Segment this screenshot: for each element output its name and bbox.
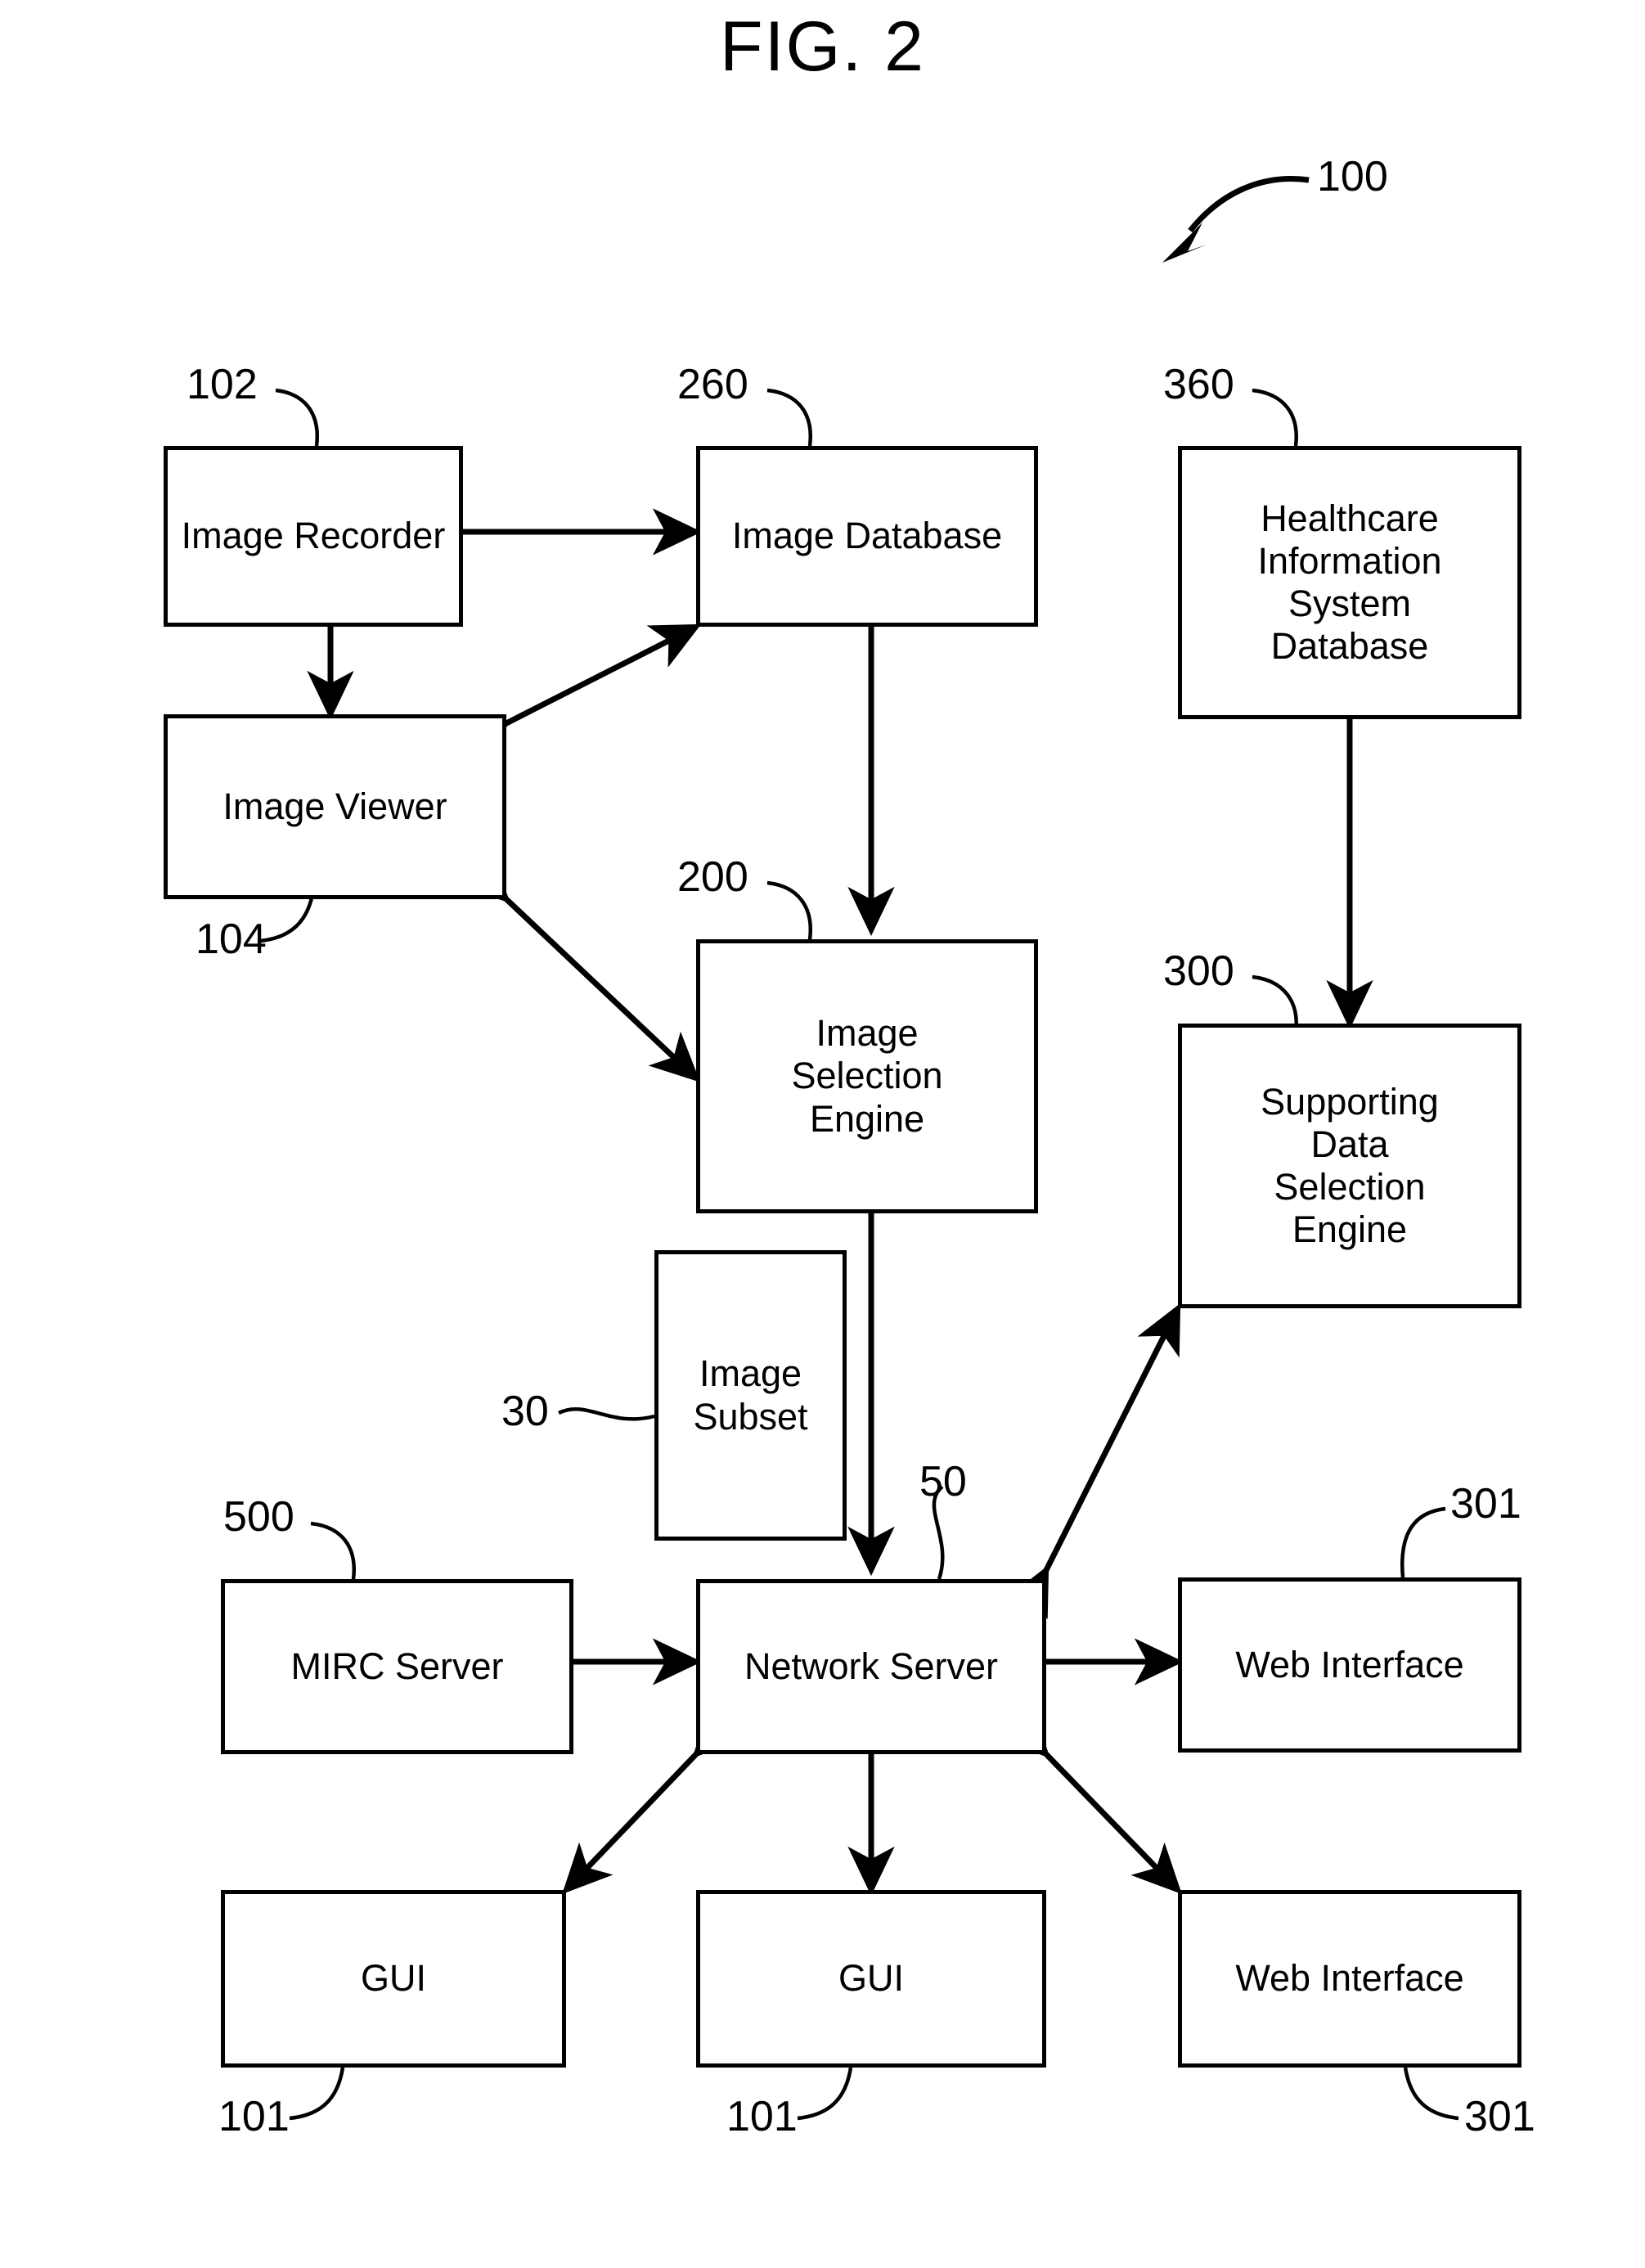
leader-360 (1252, 388, 1298, 447)
leader-260 (766, 388, 812, 447)
node-label: GUI (838, 1957, 904, 2000)
node-healthcare-information-system-database[interactable]: Healthcare Information System Database (1178, 446, 1521, 719)
node-label: GUI (360, 1957, 426, 2000)
node-gui-center[interactable]: GUI (696, 1890, 1046, 2068)
leader-101-center (797, 2067, 853, 2121)
leader-30 (558, 1407, 655, 1421)
node-image-database[interactable]: Image Database (696, 446, 1038, 627)
node-image-viewer[interactable]: Image Viewer (164, 714, 506, 899)
node-label: MIRC Server (290, 1645, 504, 1687)
ref-number-301-top: 301 (1450, 1480, 1521, 1528)
ref-number-301-bottom: 301 (1464, 2093, 1535, 2140)
node-label: Network Server (744, 1645, 999, 1687)
leader-301-bot (1403, 2067, 1459, 2121)
node-label: Image Recorder (181, 515, 446, 557)
node-label: Image Viewer (222, 785, 447, 827)
ref-number-104: 104 (196, 916, 267, 963)
ref-number-101-center: 101 (726, 2093, 798, 2140)
connector-network-supporting (1005, 1303, 1181, 1620)
ref-number-50: 50 (919, 1458, 967, 1505)
connector-network-webbot (999, 1706, 1182, 1895)
node-image-recorder[interactable]: Image Recorder (164, 446, 463, 627)
node-label: Image Selection Engine (791, 1012, 943, 1140)
ref-number-200: 200 (677, 853, 748, 901)
ref-number-100: 100 (1317, 153, 1388, 200)
connector-network-guileft (562, 1706, 744, 1895)
node-label: Supporting Data Selection Engine (1261, 1080, 1439, 1251)
node-label: Healthcare Information System Database (1257, 497, 1442, 668)
node-label: Web Interface (1235, 1957, 1464, 2000)
node-image-selection-engine[interactable]: Image Selection Engine (696, 939, 1038, 1213)
ref-number-360: 360 (1163, 361, 1234, 408)
node-web-interface-top[interactable]: Web Interface (1178, 1577, 1521, 1753)
connector-viewer-database (456, 623, 702, 764)
leader-301-top (1400, 1506, 1446, 1578)
ref-number-300: 300 (1163, 947, 1234, 995)
node-image-subset[interactable]: Image Subset (654, 1250, 847, 1541)
leader-101-left (289, 2067, 345, 2121)
ref-number-101-left: 101 (218, 2093, 290, 2140)
node-gui-left[interactable]: GUI (221, 1890, 566, 2068)
node-mirc-server[interactable]: MIRC Server (221, 1579, 573, 1754)
leader-200 (766, 880, 812, 940)
patent-figure: FIG. 2 Image Recorder Image Database Hea… (0, 0, 1645, 2268)
leader-100 (1162, 176, 1310, 263)
node-web-interface-bottom[interactable]: Web Interface (1178, 1890, 1521, 2068)
ref-number-500: 500 (223, 1493, 294, 1541)
leader-102 (275, 388, 319, 447)
ref-number-102: 102 (187, 361, 258, 408)
node-label: Web Interface (1235, 1643, 1464, 1685)
node-network-server[interactable]: Network Server (696, 1579, 1046, 1754)
node-supporting-data-selection-engine[interactable]: Supporting Data Selection Engine (1178, 1024, 1521, 1308)
ref-number-30: 30 (501, 1388, 549, 1435)
node-label: Image Subset (693, 1352, 808, 1438)
node-label: Image Database (731, 515, 1003, 557)
connector-viewer-selection (458, 852, 701, 1082)
leader-500 (310, 1521, 356, 1580)
ref-number-260: 260 (677, 361, 748, 408)
